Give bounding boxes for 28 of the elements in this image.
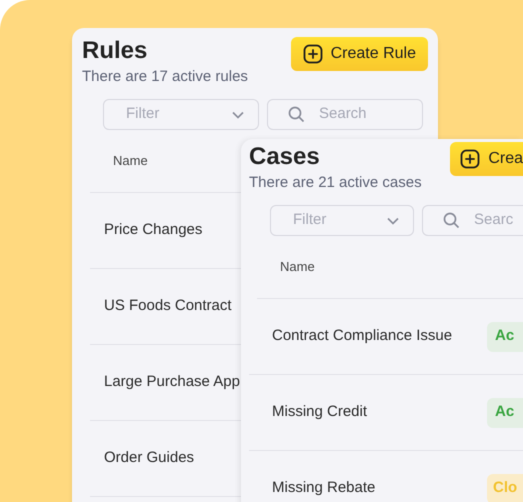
status-badge: Ac	[487, 322, 523, 352]
search-icon	[443, 212, 460, 229]
column-header: Name	[280, 258, 315, 276]
search-icon	[288, 106, 305, 123]
row-name: Contract Compliance Issue	[272, 326, 452, 346]
status-badge: Ac	[487, 398, 523, 428]
column-header: Name	[113, 152, 148, 170]
panel-subtitle: There are 17 active rules	[82, 67, 248, 87]
status-badge: Clo	[487, 474, 523, 502]
create-button[interactable]: Crea	[450, 142, 523, 176]
panel-title: Rules	[82, 36, 148, 66]
create-button[interactable]: Create Rule	[290, 37, 428, 71]
row-name: Missing Rebate	[272, 478, 376, 498]
row-name: Missing Credit	[272, 402, 368, 422]
plus-icon	[302, 44, 323, 64]
filter-dropdown[interactable]: Filter	[103, 99, 259, 130]
panel-subtitle: There are 21 active cases	[249, 173, 422, 193]
row-name: US Foods Contract	[104, 296, 232, 316]
search-field[interactable]: Search	[267, 99, 423, 130]
chevron-down-icon	[387, 216, 400, 224]
chevron-down-icon	[232, 110, 244, 118]
row-name: Price Changes	[104, 220, 202, 240]
plus-icon	[460, 149, 480, 169]
search-field[interactable]: Searc	[422, 205, 523, 236]
filter-dropdown[interactable]: Filter	[270, 205, 414, 236]
panel-title: Cases	[249, 142, 321, 172]
row-name: Order Guides	[104, 448, 194, 468]
row-name: Large Purchase App	[104, 372, 240, 392]
